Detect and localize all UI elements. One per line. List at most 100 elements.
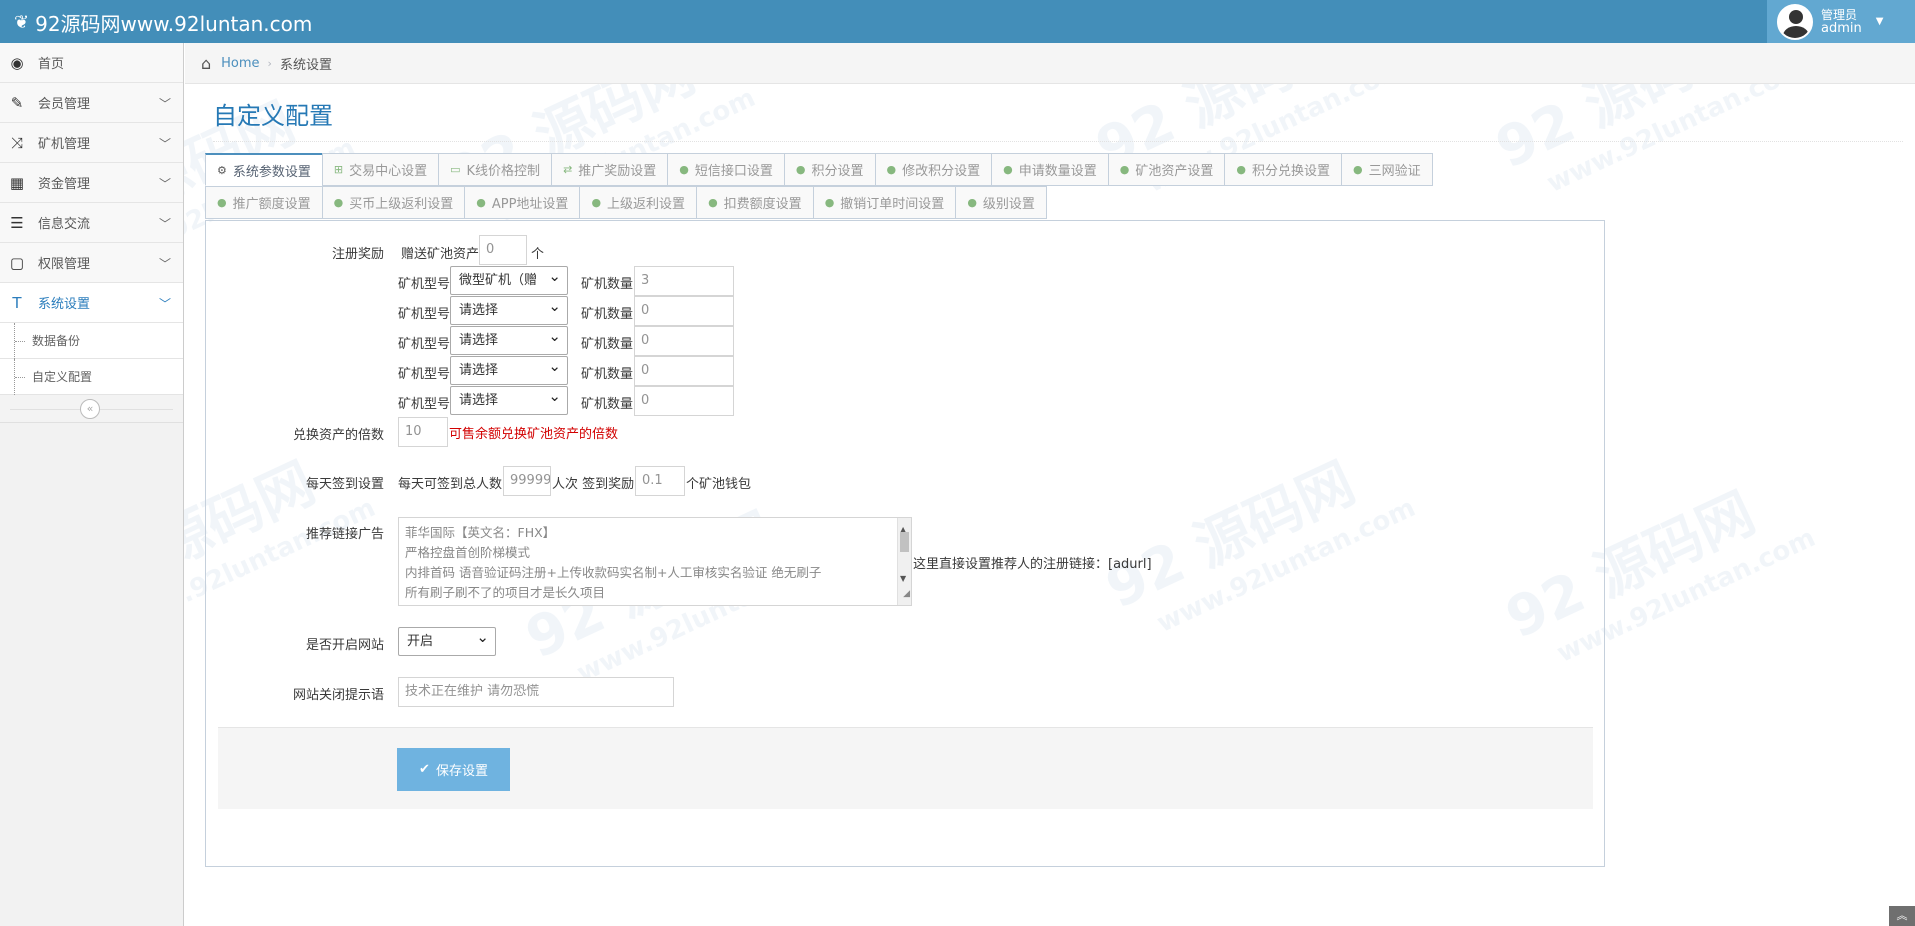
miner-model-label: 矿机型号 <box>398 277 451 292</box>
sidebar-item-label: 会员管理 <box>38 97 91 112</box>
breadcrumb-home-link[interactable]: Home <box>221 56 259 71</box>
plus-square-icon: ⊞ <box>333 163 344 176</box>
user-icon: ● <box>217 196 227 209</box>
miner-model-select[interactable]: 请选择 <box>450 326 568 355</box>
exchange-multiple-label: 兑换资产的倍数 <box>292 428 384 443</box>
sidebar-item-members[interactable]: ✎ 会员管理 ﹀ <box>0 83 183 123</box>
file-icon: ▢ <box>9 253 25 272</box>
miner-count-input[interactable]: 0 <box>634 386 734 416</box>
save-button[interactable]: ✔ 保存设置 <box>397 748 510 791</box>
miner-model-select[interactable]: 请选择 <box>450 296 568 325</box>
sidebar-item-label: 资金管理 <box>38 177 91 192</box>
miner-count-input[interactable]: 0 <box>634 326 734 356</box>
tab-points-exchange[interactable]: ● 积分兑换设置 <box>1224 153 1342 186</box>
sidebar-item-messages[interactable]: ☰ 信息交流 ﹀ <box>0 203 183 243</box>
sidebar-collapse-bar: « <box>0 395 183 423</box>
user-menu[interactable]: 管理员 admin ▼ <box>1767 0 1915 43</box>
textarea-line: 菲华国际【英文名：FHX】 <box>405 525 556 540</box>
daily-checkin-label: 每天签到设置 <box>305 477 384 492</box>
tab-trade-center[interactable]: ⊞ 交易中心设置 <box>321 153 439 186</box>
miner-count-input[interactable]: 0 <box>634 296 734 326</box>
tab-label: 扣费额度设置 <box>723 197 802 212</box>
sidebar-subitem-custom-config[interactable]: 自定义配置 <box>0 359 183 395</box>
site-closed-msg-input[interactable]: 技术正在维护 请勿恐慌 <box>398 677 674 707</box>
shuffle-icon: ⤨ <box>10 133 23 152</box>
tab-three-net-verify[interactable]: ● 三网验证 <box>1341 153 1433 186</box>
miner-model-label: 矿机型号 <box>398 307 451 322</box>
tab-points[interactable]: ● 积分设置 <box>783 153 875 186</box>
register-reward-prefix: 赠送矿池资产 <box>401 247 480 262</box>
save-button-label: 保存设置 <box>435 764 488 779</box>
sidebar-item-label: 权限管理 <box>38 257 91 272</box>
scroll-thumb[interactable] <box>900 532 909 552</box>
collapse-sidebar-icon[interactable]: « <box>80 399 100 419</box>
sidebar-subitem-label: 数据备份 <box>32 334 81 348</box>
brand[interactable]: ❦ 92源码网www.92luntan.com <box>14 8 312 37</box>
referral-ad-label: 推荐链接广告 <box>305 527 384 542</box>
credit-card-icon: ▭ <box>450 163 461 176</box>
miner-model-select[interactable]: 请选择 <box>450 386 568 415</box>
miner-count-input[interactable]: 0 <box>634 356 734 386</box>
miner-model-select[interactable]: 微型矿机（赠 <box>450 266 568 295</box>
site-open-select[interactable]: 开启 <box>398 627 496 656</box>
checkin-total-input[interactable]: 99999 <box>503 466 551 496</box>
tab-edit-points[interactable]: ● 修改积分设置 <box>874 153 992 186</box>
back-to-top-icon[interactable]: ︽ <box>1889 906 1915 926</box>
user-icon: ● <box>795 163 806 176</box>
miner-model-label: 矿机型号 <box>398 397 451 412</box>
tab-row-1: ⚙ 系统参数设置 ⊞ 交易中心设置 ▭ K线价格控制 ⇄ 推广奖励设置 ● 短信接口设置 … <box>205 153 1605 186</box>
tab-fee-quota[interactable]: ● 扣费额度设置 <box>696 186 813 219</box>
tab-cancel-order-time[interactable]: ● 撤销订单时间设置 <box>812 186 956 219</box>
tab-promo-quota[interactable]: ● 推广额度设置 <box>205 186 322 219</box>
tab-label: 撤销订单时间设置 <box>840 197 945 212</box>
user-icon: ● <box>824 196 835 209</box>
tab-label: 积分设置 <box>811 164 864 179</box>
tab-label: 交易中心设置 <box>349 164 428 179</box>
checkin-reward-suffix: 个矿池钱包 <box>686 477 752 492</box>
breadcrumb: ⌂ Home › 系统设置 <box>185 43 1915 84</box>
miner-model-select[interactable]: 请选择 <box>450 356 568 385</box>
textarea-line: 内排首码 语音验证码注册+上传收款码实名制+人工审核实名验证 绝无刷子 <box>405 565 822 580</box>
chevron-down-icon: ﹀ <box>158 97 171 111</box>
sidebar-item-home[interactable]: ◉ 首页 <box>0 43 183 83</box>
user-icon: ● <box>1353 163 1363 176</box>
tab-label: 短信接口设置 <box>694 164 773 179</box>
referral-ad-textarea[interactable]: 菲华国际【英文名：FHX】 严格控盘首创阶梯模式 内排首码 语音验证码注册+上传… <box>398 517 912 606</box>
tab-level[interactable]: ● 级别设置 <box>955 186 1047 219</box>
tab-app-url[interactable]: ● APP地址设置 <box>464 186 580 219</box>
sidebar-item-system[interactable]: T 系统设置 ﹀ <box>0 283 183 323</box>
user-icon: ● <box>679 163 689 176</box>
sidebar-subitem-backup[interactable]: 数据备份 <box>0 323 183 359</box>
chevron-down-icon: ﹀ <box>158 137 171 151</box>
user-icon: ● <box>476 196 486 209</box>
tab-kline-price[interactable]: ▭ K线价格控制 <box>438 153 552 186</box>
sidebar-item-permissions[interactable]: ▢ 权限管理 ﹀ <box>0 243 183 283</box>
tab-label: 系统参数设置 <box>232 164 311 180</box>
user-info: 管理员 admin <box>1821 8 1862 36</box>
sidebar-item-funds[interactable]: ▦ 资金管理 ﹀ <box>0 163 183 203</box>
tab-apply-quantity[interactable]: ● 申请数量设置 <box>991 153 1108 186</box>
tab-label: 推广额度设置 <box>232 197 311 212</box>
tab-promo-reward[interactable]: ⇄ 推广奖励设置 <box>551 153 668 186</box>
settings-tabs: ⚙ 系统参数设置 ⊞ 交易中心设置 ▭ K线价格控制 ⇄ 推广奖励设置 ● 短信接口设置 … <box>205 153 1605 219</box>
chevron-down-icon: ﹀ <box>158 257 171 271</box>
chevron-down-icon: ﹀ <box>158 177 171 191</box>
tab-upline-rebate[interactable]: ● 上级返利设置 <box>579 186 697 219</box>
text-icon: T <box>12 293 22 312</box>
miner-count-input[interactable]: 3 <box>634 266 734 296</box>
sidebar-item-miners[interactable]: ⤨ 矿机管理 ﹀ <box>0 123 183 163</box>
sidebar-subitem-label: 自定义配置 <box>32 370 93 384</box>
tab-buy-rebate[interactable]: ● 买币上级返利设置 <box>321 186 465 219</box>
tab-sms[interactable]: ● 短信接口设置 <box>667 153 784 186</box>
tab-system-params[interactable]: ⚙ 系统参数设置 <box>205 153 322 186</box>
resize-handle-icon[interactable]: ◢ <box>903 584 910 604</box>
page-header: 自定义配置 <box>213 96 1903 142</box>
exchange-multiple-input[interactable]: 10 <box>398 417 448 447</box>
textarea-line: 所有刷子刷不了的项目才是长久项目 <box>405 585 606 600</box>
checkin-reward-input[interactable]: 0.1 <box>635 466 685 496</box>
user-icon: ● <box>333 196 344 209</box>
tab-pool-assets[interactable]: ● 矿池资产设置 <box>1107 153 1225 186</box>
register-reward-input[interactable]: 0 <box>479 235 527 265</box>
caret-down-icon: ▼ <box>1875 16 1884 27</box>
tab-label: 修改积分设置 <box>902 164 981 179</box>
